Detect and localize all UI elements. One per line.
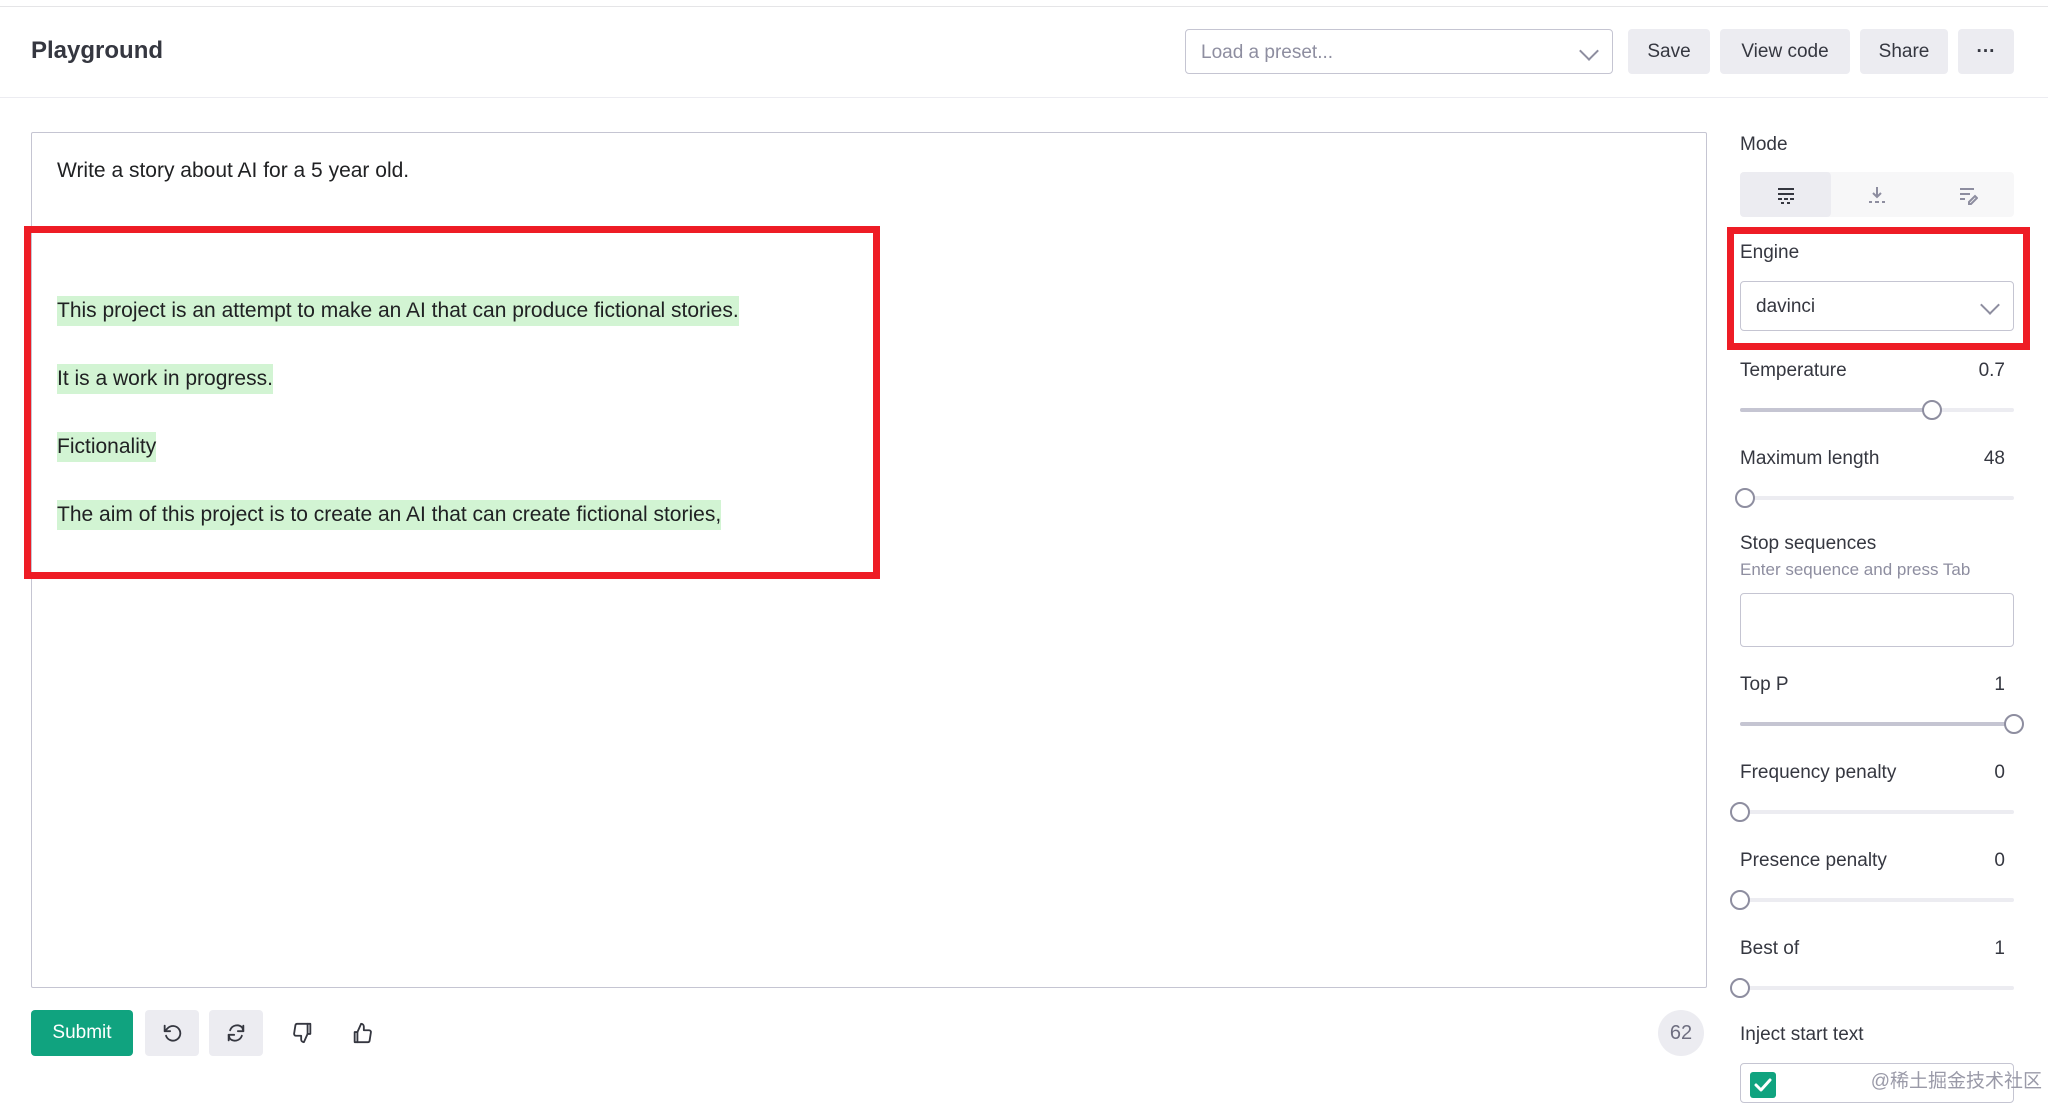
prompt-text: Write a story about AI for a 5 year old. <box>57 159 410 182</box>
slider-handle[interactable] <box>1730 978 1750 998</box>
top-p-slider[interactable] <box>1740 714 2024 734</box>
engine-label: Engine <box>1740 242 1800 263</box>
top-p-label: Top P <box>1740 674 1789 695</box>
stop-sequences-label: Stop sequences <box>1740 533 1877 554</box>
mode-edit[interactable] <box>1923 172 2014 217</box>
mode-label: Mode <box>1740 134 1788 155</box>
frequency-penalty-slider[interactable] <box>1730 802 2014 822</box>
insert-icon <box>1868 186 1885 203</box>
inject-start-text-label: Inject start text <box>1740 1024 1864 1045</box>
page-title: Playground <box>31 37 164 64</box>
submit-button[interactable]: Submit <box>31 1010 133 1056</box>
view-code-button[interactable]: View code <box>1720 29 1850 74</box>
chevron-down-icon <box>1980 295 2000 315</box>
max-length-label: Maximum length <box>1740 448 1880 469</box>
presence-penalty-slider[interactable] <box>1730 890 2014 910</box>
share-button[interactable]: Share <box>1860 29 1948 74</box>
slider-handle[interactable] <box>1921 400 1942 420</box>
mode-insert[interactable] <box>1831 172 1922 217</box>
frequency-penalty-label: Frequency penalty <box>1740 762 1897 783</box>
frequency-penalty-value: 0 <box>1994 762 2005 783</box>
stop-sequences-input[interactable] <box>1740 593 2014 647</box>
annotation-box-output <box>24 226 880 579</box>
best-of-slider[interactable] <box>1730 978 2014 998</box>
max-length-slider[interactable] <box>1735 488 2014 508</box>
complete-icon <box>1777 187 1794 204</box>
temperature-slider[interactable] <box>1740 400 2014 420</box>
undo-button[interactable] <box>145 1010 199 1056</box>
header: Playground Load a preset... Save View co… <box>0 7 2048 98</box>
max-length-value: 48 <box>1983 448 2005 469</box>
slider-handle[interactable] <box>2004 714 2024 734</box>
save-button[interactable]: Save <box>1628 29 1710 74</box>
edit-icon <box>1960 187 1979 205</box>
presence-penalty-value: 0 <box>1994 850 2005 871</box>
mode-selector[interactable] <box>1740 172 2014 217</box>
engine-value: davinci <box>1756 296 1816 317</box>
token-count: 62 <box>1658 1010 1704 1056</box>
more-options-button[interactable]: ··· <box>1958 29 2014 74</box>
slider-fill <box>1740 722 2014 726</box>
thumbs-up-icon <box>353 1022 372 1044</box>
temperature-value: 0.7 <box>1978 360 2005 381</box>
checkmark-icon <box>1754 1078 1772 1092</box>
mode-complete[interactable] <box>1740 172 1832 217</box>
thumbs-down-icon <box>293 1022 312 1044</box>
thumbs-up-button[interactable] <box>335 1010 389 1056</box>
slider-fill <box>1740 408 1932 412</box>
slider-handle[interactable] <box>1730 890 1750 910</box>
regenerate-button[interactable] <box>209 1010 263 1056</box>
preset-placeholder: Load a preset... <box>1201 42 1334 63</box>
watermark: @稀土掘金技术社区 <box>1870 1071 2042 1092</box>
stop-sequences-help: Enter sequence and press Tab <box>1740 560 1971 579</box>
best-of-label: Best of <box>1740 938 1800 959</box>
slider-handle[interactable] <box>1730 802 1750 822</box>
thumbs-down-button[interactable] <box>276 1010 330 1056</box>
temperature-label: Temperature <box>1740 360 1847 381</box>
best-of-value: 1 <box>1994 938 2005 959</box>
preset-select[interactable]: Load a preset... <box>1185 29 1613 74</box>
undo-icon <box>163 1024 182 1042</box>
chevron-down-icon <box>1579 41 1599 61</box>
regenerate-icon <box>227 1024 245 1042</box>
top-p-value: 1 <box>1994 674 2005 695</box>
inject-start-text-checkbox[interactable] <box>1750 1072 1776 1098</box>
slider-handle[interactable] <box>1735 488 1756 508</box>
presence-penalty-label: Presence penalty <box>1740 850 1887 871</box>
engine-select[interactable]: davinci <box>1740 281 2014 331</box>
